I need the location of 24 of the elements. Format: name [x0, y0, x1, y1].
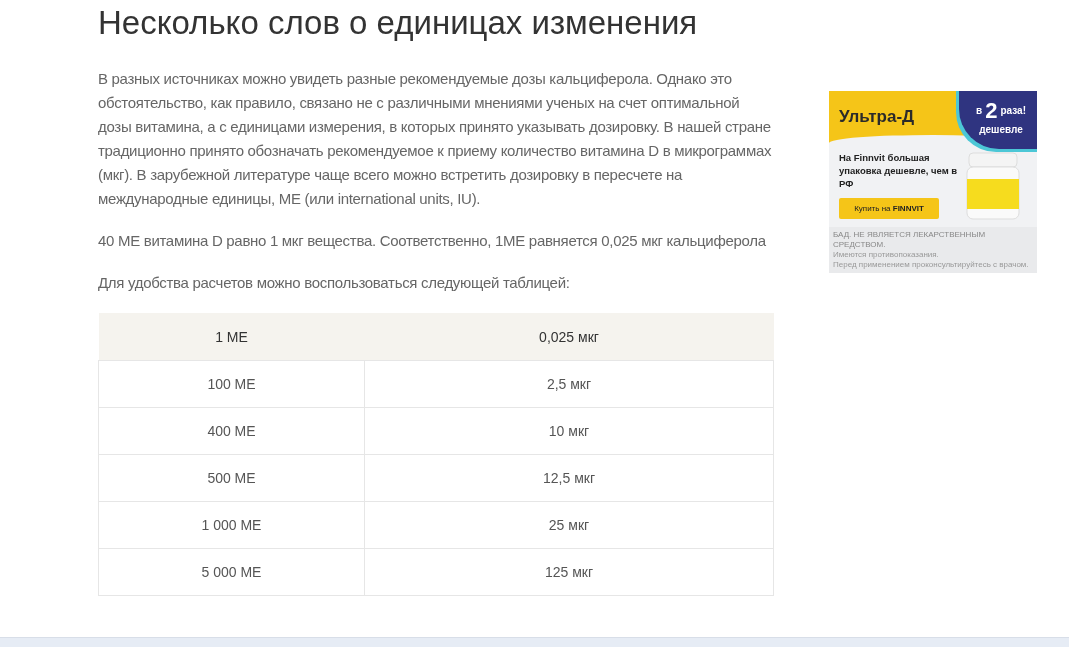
section-heading: Несколько слов о единицах изменения	[98, 3, 699, 43]
table-cell: 10 мкг	[364, 407, 774, 455]
table-cell: 125 мкг	[364, 548, 774, 596]
warning-note: Имеются противопоказания.	[833, 250, 940, 260]
table-cell: 1 000 МЕ	[98, 501, 365, 549]
warning-note: Перед применением проконсультируйтесь с врачом.	[833, 260, 1030, 270]
brand-title: Ультра-Д	[839, 107, 915, 127]
ad-banner[interactable]	[829, 91, 1037, 273]
table-cell: 25 мкг	[364, 501, 774, 549]
buy-button[interactable]: Купить на FINNVIT	[839, 198, 939, 219]
table-cell: 500 МЕ	[98, 454, 365, 502]
table-cell: 100 МЕ	[98, 360, 365, 408]
table-header-cell: 0,025 мкг	[364, 313, 774, 361]
paragraph: В разных источниках можно увидеть разные рекомендуемые дозы кальциферола. Однако это обстоятельство, как правило, связано не с различными мнениями ученых на счет оптимальной дозы витамина, а с единицами измерения, в которых принято указывать дозировку. В нашей стране традиционно принято обозначать рекомендуемое к приему количество витамина D в микрограммах (мкг). В зарубежной литературе чаще всего можно встретить дозировку в пересчете на международные единицы, МЕ (или international units, IU).	[98, 69, 773, 209]
table-cell: 400 МЕ	[98, 407, 365, 455]
paragraph: 40 МЕ витамина D равно 1 мкг вещества. Соответственно, 1МЕ равняется 0,025 мкг кальциферола	[98, 231, 767, 251]
jar-drawing	[963, 151, 1023, 221]
table-cell: 2,5 мкг	[364, 360, 774, 408]
ad-text: На Finnvit большая упаковка дешевле, чем в РФ	[839, 151, 959, 190]
paragraph: Для удобства расчетов можно воспользоваться следующей таблицей:	[98, 273, 571, 293]
table-cell: 5 000 МЕ	[98, 548, 365, 596]
table-cell: 12,5 мкг	[364, 454, 774, 502]
table-header-cell: 1 МЕ	[98, 313, 365, 361]
disclaimer: БАД. НЕ ЯВЛЯЕТСЯ ЛЕКАРСТВЕННЫМ СРЕДСТВОМ.	[833, 230, 987, 250]
